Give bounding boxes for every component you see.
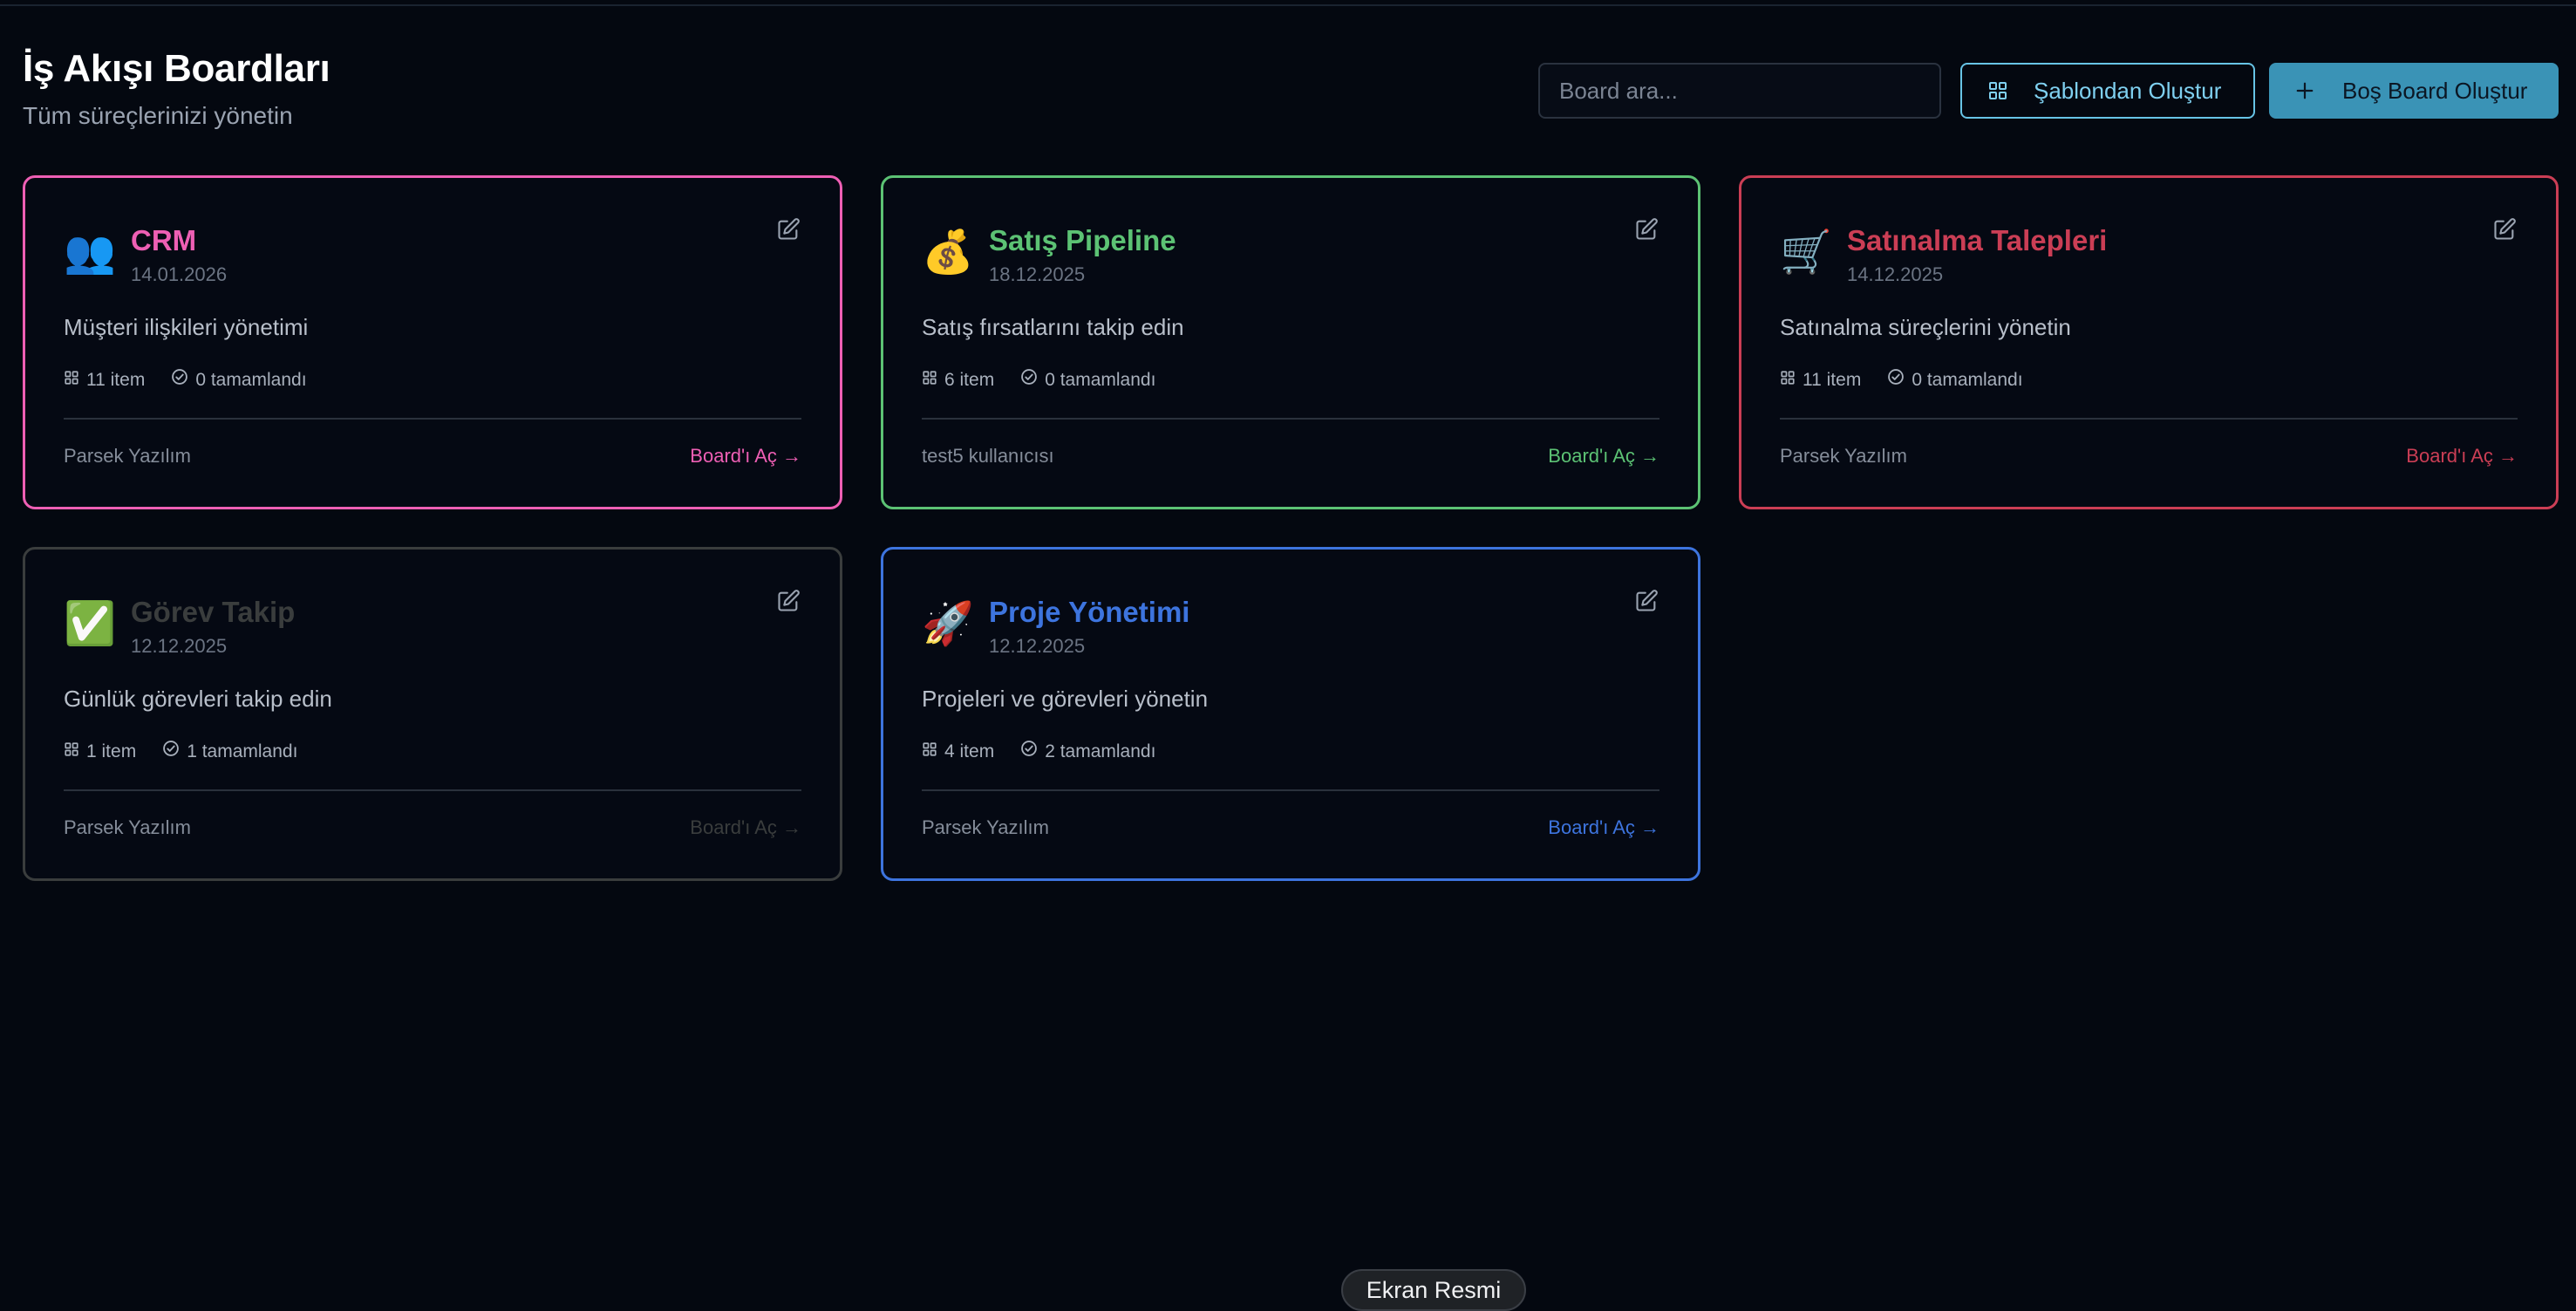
page-title: İş Akışı Boardları xyxy=(23,47,331,90)
board-title: Satış Pipeline xyxy=(989,224,1176,256)
grid-icon xyxy=(922,741,944,763)
check-circle-icon xyxy=(1020,368,1045,392)
board-owner: Parsek Yazılım xyxy=(64,445,191,467)
board-card-purchase-requests[interactable]: 🛒 Satınalma Talepleri 14.12.2025 Satınal… xyxy=(1739,175,2559,509)
create-blank-board-button[interactable]: Boş Board Oluştur xyxy=(2269,63,2559,119)
create-from-template-label: Şablondan Oluştur xyxy=(2034,77,2222,104)
board-title: Proje Yönetimi xyxy=(989,596,1190,628)
board-title: CRM xyxy=(131,224,197,256)
grid-icon xyxy=(1780,369,1803,392)
card-divider xyxy=(64,789,801,791)
create-from-template-button[interactable]: Şablondan Oluştur xyxy=(1960,63,2255,119)
completed-count: 0 tamamlandı xyxy=(1020,368,1155,392)
page-header: İş Akışı Boardları Tüm süreçlerinizi yön… xyxy=(23,45,331,131)
board-description: Satış fırsatlarını takip edin xyxy=(922,314,1184,340)
board-owner: test5 kullanıcısı xyxy=(922,445,1054,467)
board-emoji-icon: 💰 xyxy=(922,229,974,276)
item-count: 11 item xyxy=(64,369,145,392)
board-date: 18.12.2025 xyxy=(989,263,1086,285)
board-emoji-icon: 🚀 xyxy=(922,601,974,647)
completed-count: 0 tamamlandı xyxy=(171,368,307,392)
edit-icon[interactable] xyxy=(1632,215,1661,244)
card-divider xyxy=(64,418,801,420)
board-description: Günlük görevleri takip edin xyxy=(64,686,332,712)
board-stats: 11 item 0 tamamlandı xyxy=(1780,368,2049,392)
grid-icon xyxy=(64,369,86,392)
board-stats: 1 item 1 tamamlandı xyxy=(64,740,324,763)
create-blank-board-label: Boş Board Oluştur xyxy=(2342,77,2528,104)
item-count: 1 item xyxy=(64,741,136,763)
completed-count: 1 tamamlandı xyxy=(162,740,297,763)
edit-icon[interactable] xyxy=(773,215,803,244)
open-board-link[interactable]: Board'ı Aç → xyxy=(690,445,801,468)
board-search-input[interactable] xyxy=(1538,63,1941,119)
board-date: 14.01.2026 xyxy=(131,263,228,285)
card-divider xyxy=(922,789,1659,791)
board-owner: Parsek Yazılım xyxy=(922,816,1049,838)
item-count: 6 item xyxy=(922,369,994,392)
open-board-link[interactable]: Board'ı Aç → xyxy=(1548,445,1659,468)
board-stats: 11 item 0 tamamlandı xyxy=(64,368,333,392)
grid-icon xyxy=(1987,79,2009,102)
board-emoji-icon: ✅ xyxy=(64,601,116,647)
board-emoji-icon: 👥 xyxy=(64,229,116,276)
board-owner: Parsek Yazılım xyxy=(64,816,191,838)
board-card-task-tracking[interactable]: ✅ Görev Takip 12.12.2025 Günlük görevler… xyxy=(23,547,842,881)
edit-icon[interactable] xyxy=(2490,215,2519,244)
board-description: Satınalma süreçlerini yönetin xyxy=(1780,314,2071,340)
page-subtitle: Tüm süreçlerinizi yönetin xyxy=(23,102,293,129)
board-title: Görev Takip xyxy=(131,596,296,628)
board-emoji-icon: 🛒 xyxy=(1780,229,1832,276)
check-circle-icon xyxy=(171,368,195,392)
board-stats: 4 item 2 tamamlandı xyxy=(922,740,1182,763)
grid-icon xyxy=(64,741,86,763)
toolbar: Şablondan Oluştur Boş Board Oluştur xyxy=(1538,62,2559,119)
open-board-link[interactable]: Board'ı Aç → xyxy=(2406,445,2518,468)
card-divider xyxy=(1780,418,2518,420)
board-card-crm[interactable]: 👥 CRM 14.01.2026 Müşteri ilişkileri yöne… xyxy=(23,175,842,509)
item-count: 4 item xyxy=(922,741,994,763)
item-count: 11 item xyxy=(1780,369,1861,392)
board-date: 12.12.2025 xyxy=(131,635,228,657)
board-description: Projeleri ve görevleri yönetin xyxy=(922,686,1209,712)
board-title: Satınalma Talepleri xyxy=(1847,224,2108,256)
board-stats: 6 item 0 tamamlandı xyxy=(922,368,1182,392)
board-card-sales-pipeline[interactable]: 💰 Satış Pipeline 18.12.2025 Satış fırsat… xyxy=(881,175,1700,509)
board-date: 14.12.2025 xyxy=(1847,263,1944,285)
edit-icon[interactable] xyxy=(773,586,803,616)
card-divider xyxy=(922,418,1659,420)
plus-icon xyxy=(2293,79,2316,102)
check-circle-icon xyxy=(1020,740,1045,763)
check-circle-icon xyxy=(162,740,187,763)
completed-count: 0 tamamlandı xyxy=(1887,368,2023,392)
edit-icon[interactable] xyxy=(1632,586,1661,616)
top-divider xyxy=(0,4,2576,6)
board-description: Müşteri ilişkileri yönetimi xyxy=(64,314,309,340)
open-board-link[interactable]: Board'ı Aç → xyxy=(1548,816,1659,839)
check-circle-icon xyxy=(1887,368,1912,392)
board-card-project-management[interactable]: 🚀 Proje Yönetimi 12.12.2025 Projeleri ve… xyxy=(881,547,1700,881)
board-date: 12.12.2025 xyxy=(989,635,1086,657)
grid-icon xyxy=(922,369,944,392)
board-owner: Parsek Yazılım xyxy=(1780,445,1907,467)
completed-count: 2 tamamlandı xyxy=(1020,740,1155,763)
open-board-link[interactable]: Board'ı Aç → xyxy=(690,816,801,839)
screenshot-label: Ekran Resmi xyxy=(1341,1269,1526,1311)
